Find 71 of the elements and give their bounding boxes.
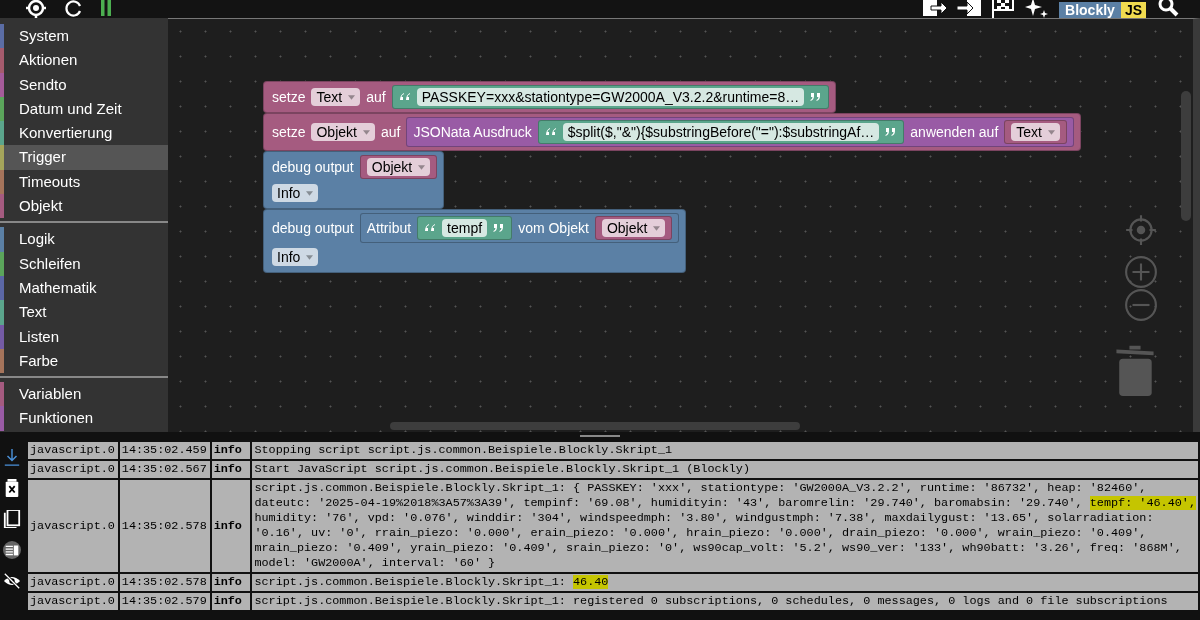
table-cell: 14:35:02.578 — [119, 574, 210, 591]
quote-icon — [493, 223, 506, 233]
table-cell: info — [211, 480, 251, 572]
table-cell: javascript.0 — [27, 442, 118, 459]
block-label: auf — [366, 89, 386, 105]
block-label: anwenden auf — [910, 124, 999, 140]
dropdown-field[interactable]: Info — [272, 248, 319, 266]
caret-icon — [1048, 129, 1055, 135]
dropdown-field[interactable]: Objekt — [366, 158, 431, 176]
eye-slash-icon[interactable] — [3, 572, 21, 590]
block-label: vom Objekt — [518, 220, 589, 236]
scroll-down-icon[interactable] — [3, 448, 21, 466]
target-icon[interactable] — [24, 0, 48, 18]
copy-icon[interactable] — [3, 510, 21, 528]
logo-badge: JS — [1120, 2, 1146, 18]
table-cell: script.js.common.Beispiele.Blockly.Skript_1: { PASSKEY: 'xxx', stationtype: 'GW2000A_V3.2.2', runtime: '86732', heap: '82460', dateutc: '2025-04-19%2018%3A57%3A39', tempinf: '69.08', humidityin: '43', baromrelin: '29.740', baromabsin: '29.740', tempf: '46.40', humidity: '76', vpd: '0.076', winddir: '304', windspeedmph: '3.80', windgustmph: '7.38', maxdailygust: '13.65', solarradiation: '0.16', uv: '0', rrain_piezo: '0.000', erain_piezo: '0.000', hrain_piezo: '0.000', drain_piezo: '0.000', wrain_piezo: '0.409', mrain_piezo: '0.409', yrain_piezo: '0.409', srain_piezo: '0', ws90cap_volt: '5.2', ws90_ver: '133', wh90batt: '3.26', freq: '868M', model: 'GW2000A', interval: '60' } — [252, 480, 1198, 572]
dropdown-field[interactable]: Objekt — [601, 219, 666, 237]
quote-icon — [544, 127, 557, 137]
table-cell: javascript.0 — [27, 480, 118, 572]
table-cell: script.js.common.Beispiele.Blockly.Skript_1: registered 0 subscriptions, 0 schedules, 0 messages, 0 logs and 0 file subscriptions — [252, 593, 1198, 610]
string-value[interactable]: PASSKEY=xxx&stationtype=GW2000A_V3.2.2&runtime=8… — [416, 88, 805, 106]
block-label: setze — [272, 89, 306, 105]
table-cell: info — [211, 442, 251, 459]
table-cell: info — [211, 574, 251, 591]
dropdown-field[interactable]: Info — [272, 184, 319, 202]
caret-icon — [653, 225, 661, 231]
export-icon[interactable] — [923, 0, 948, 18]
caret-icon — [362, 129, 370, 135]
search-icon[interactable] — [1156, 0, 1180, 18]
quote-icon — [424, 223, 437, 233]
pause-icon[interactable] — [100, 0, 112, 18]
block-label: JSONata Ausdruck — [413, 124, 532, 140]
trash-icon[interactable] — [3, 479, 21, 497]
block-label: setze — [272, 124, 306, 140]
table-cell: 14:35:02.579 — [119, 593, 210, 610]
caret-icon — [348, 94, 356, 100]
caret-icon — [306, 190, 314, 196]
dropdown-field[interactable]: Text — [311, 88, 361, 106]
table-cell: 14:35:02.459 — [119, 442, 210, 459]
sparkle-icon[interactable] — [1025, 0, 1050, 18]
dropdown-field[interactable]: Objekt — [311, 123, 375, 141]
resize-handle[interactable] — [580, 435, 620, 437]
category-item[interactable]: Trigger — [0, 145, 168, 170]
block-label: debug output — [272, 220, 354, 236]
table-cell: info — [211, 461, 251, 478]
quote-icon — [810, 92, 823, 102]
string-value[interactable]: $split($,"&"){$substringBefore("="):$substringAf… — [562, 123, 880, 141]
caret-icon — [306, 254, 314, 260]
table-cell: javascript.0 — [27, 461, 118, 478]
block-label: Attribut — [366, 220, 412, 236]
quote-icon — [885, 127, 898, 137]
caret-icon — [418, 164, 426, 170]
block-label: auf — [380, 124, 401, 140]
import-icon[interactable] — [957, 0, 982, 18]
string-value[interactable]: tempf — [442, 219, 488, 237]
flag-icon[interactable] — [991, 0, 1016, 18]
quote-icon — [398, 92, 411, 102]
table-cell: Start JavaScript script.js.common.Beispiele.Blockly.Skript_1 (Blockly) — [252, 461, 1198, 478]
table-cell: javascript.0 — [27, 574, 118, 591]
scrollbar-thumb[interactable] — [1181, 91, 1191, 221]
scrollbar-thumb[interactable] — [390, 422, 800, 430]
dropdown-field[interactable]: Text — [1011, 123, 1060, 141]
table-cell: javascript.0 — [27, 593, 118, 610]
table-cell: 14:35:02.567 — [119, 461, 210, 478]
table-cell: Stopping script script.js.common.Beispiele.Blockly.Skript_1 — [252, 442, 1198, 459]
table-cell: 14:35:02.578 — [119, 480, 210, 572]
block-label: debug output — [272, 159, 354, 175]
columns-icon[interactable] — [3, 541, 21, 559]
logo-word: Blockly — [1059, 2, 1121, 18]
table-cell: script.js.common.Beispiele.Blockly.Skript_1: 46.40 — [252, 574, 1198, 591]
table-cell: info — [211, 593, 251, 610]
